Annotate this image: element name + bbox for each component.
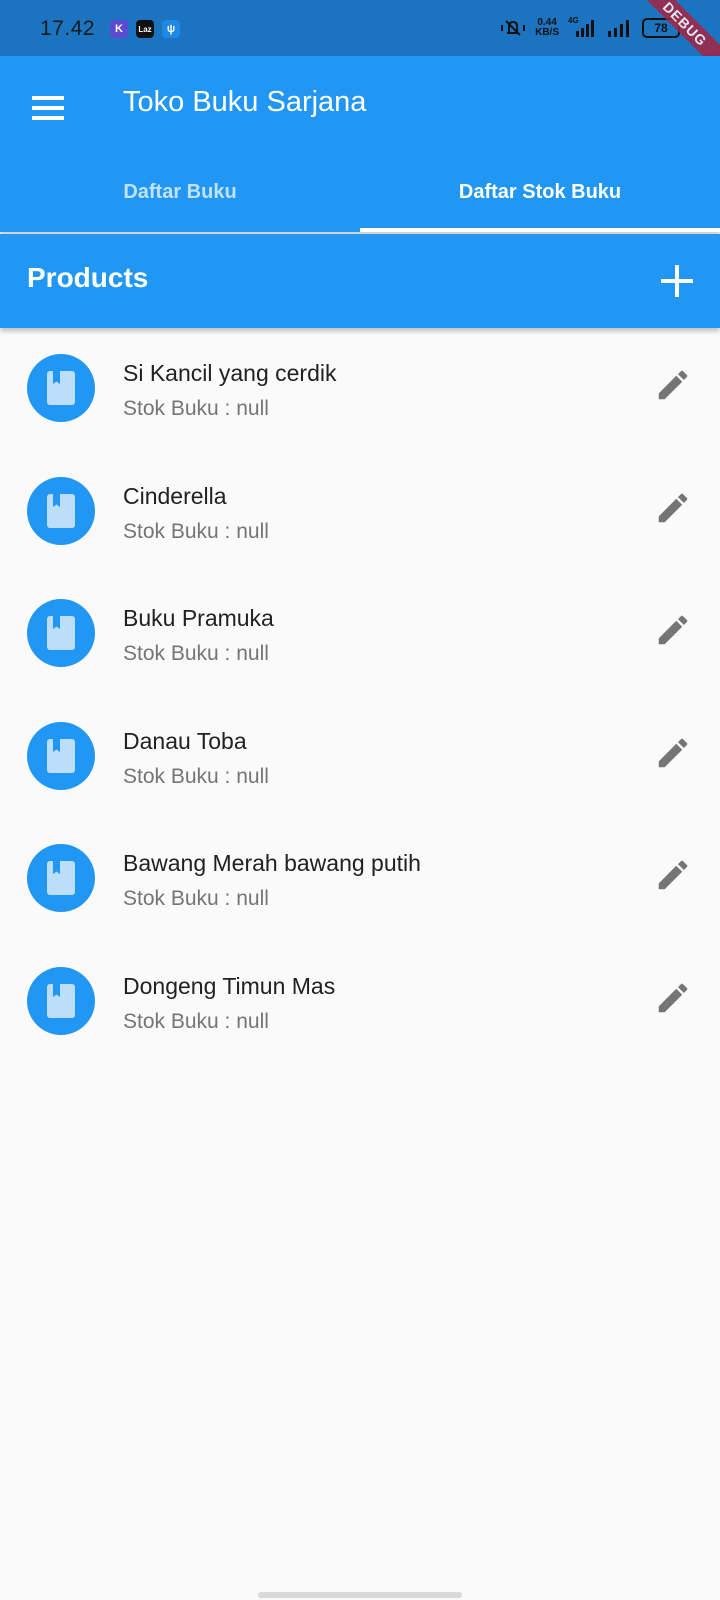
status-time: 17.42 bbox=[40, 17, 96, 40]
book-list: Si Kancil yang cerdik Stok Buku : null Cin… bbox=[0, 330, 720, 1065]
network-speed-unit: KB/S bbox=[535, 27, 559, 38]
status-bar: 17.42 K Laz ψ 0.44 KB/S 4G 78 DEBUG bbox=[0, 0, 720, 78]
book-icon bbox=[47, 493, 75, 528]
book-stock: Stok Buku : null bbox=[123, 519, 269, 543]
tab-bar: Daftar Buku Daftar Stok Buku bbox=[0, 152, 720, 232]
battery-level: 78 bbox=[654, 21, 668, 35]
list-item[interactable]: Si Kancil yang cerdik Stok Buku : null bbox=[0, 330, 720, 453]
list-item[interactable]: Danau Toba Stok Buku : null bbox=[0, 698, 720, 821]
book-stock: Stok Buku : null bbox=[123, 1009, 269, 1033]
book-avatar bbox=[27, 476, 95, 545]
edit-icon[interactable] bbox=[654, 979, 692, 1017]
usb-debug-icon: ψ bbox=[162, 20, 180, 38]
network-speed: 0.44 KB/S bbox=[535, 18, 559, 38]
add-icon[interactable] bbox=[658, 262, 696, 300]
book-stock: Stok Buku : null bbox=[123, 642, 269, 665]
home-indicator[interactable] bbox=[258, 1592, 462, 1598]
edit-icon[interactable] bbox=[654, 366, 692, 404]
book-avatar bbox=[27, 354, 95, 422]
list-item[interactable]: Cinderella Stok Buku : null bbox=[0, 453, 720, 576]
book-title: Si Kancil yang cerdik bbox=[123, 360, 337, 386]
book-title: Cinderella bbox=[123, 482, 227, 509]
products-title: Products bbox=[27, 262, 149, 293]
book-stock: Stok Buku : null bbox=[123, 887, 269, 910]
lazada-app-icon: Laz bbox=[136, 20, 154, 38]
signal-4g-icon: 4G bbox=[568, 16, 596, 38]
book-icon bbox=[47, 983, 75, 1018]
book-icon bbox=[47, 738, 75, 773]
edit-icon[interactable] bbox=[654, 734, 692, 772]
status-app-icons: K Laz ψ bbox=[110, 20, 180, 38]
menu-icon[interactable] bbox=[28, 88, 68, 128]
book-title: Dongeng Timun Mas bbox=[123, 972, 336, 999]
products-header: Products bbox=[0, 234, 720, 328]
book-stock: Stok Buku : null bbox=[123, 397, 269, 420]
app-title: Toko Buku Sarjana bbox=[123, 86, 367, 118]
edit-icon[interactable] bbox=[654, 856, 692, 894]
app-bar: Toko Buku Sarjana Daftar Buku Daftar Sto… bbox=[0, 56, 720, 232]
book-avatar bbox=[27, 844, 95, 912]
edit-icon[interactable] bbox=[654, 611, 692, 649]
book-title: Danau Toba bbox=[123, 727, 247, 754]
signal-icon bbox=[608, 20, 629, 37]
network-type-label: 4G bbox=[568, 16, 579, 25]
book-avatar bbox=[27, 599, 95, 667]
kuaishou-app-icon: K bbox=[110, 20, 128, 38]
book-title: Buku Pramuka bbox=[123, 605, 274, 631]
book-stock: Stok Buku : null bbox=[123, 764, 269, 788]
tab-daftar-buku[interactable]: Daftar Buku bbox=[0, 152, 360, 232]
book-icon bbox=[47, 616, 75, 650]
list-item[interactable]: Buku Pramuka Stok Buku : null bbox=[0, 575, 720, 698]
book-title: Bawang Merah bawang putih bbox=[123, 850, 421, 876]
book-icon bbox=[47, 371, 75, 405]
book-icon bbox=[47, 861, 75, 895]
list-item[interactable]: Dongeng Timun Mas Stok Buku : null bbox=[0, 943, 720, 1066]
book-avatar bbox=[27, 721, 95, 790]
edit-icon[interactable] bbox=[654, 489, 692, 527]
tab-daftar-stok-buku[interactable]: Daftar Stok Buku bbox=[360, 152, 720, 232]
list-item[interactable]: Bawang Merah bawang putih Stok Buku : nul… bbox=[0, 820, 720, 943]
book-avatar bbox=[27, 966, 95, 1035]
vibrate-mute-icon bbox=[501, 20, 526, 36]
status-right-cluster: 0.44 KB/S 4G 78 bbox=[500, 16, 680, 38]
